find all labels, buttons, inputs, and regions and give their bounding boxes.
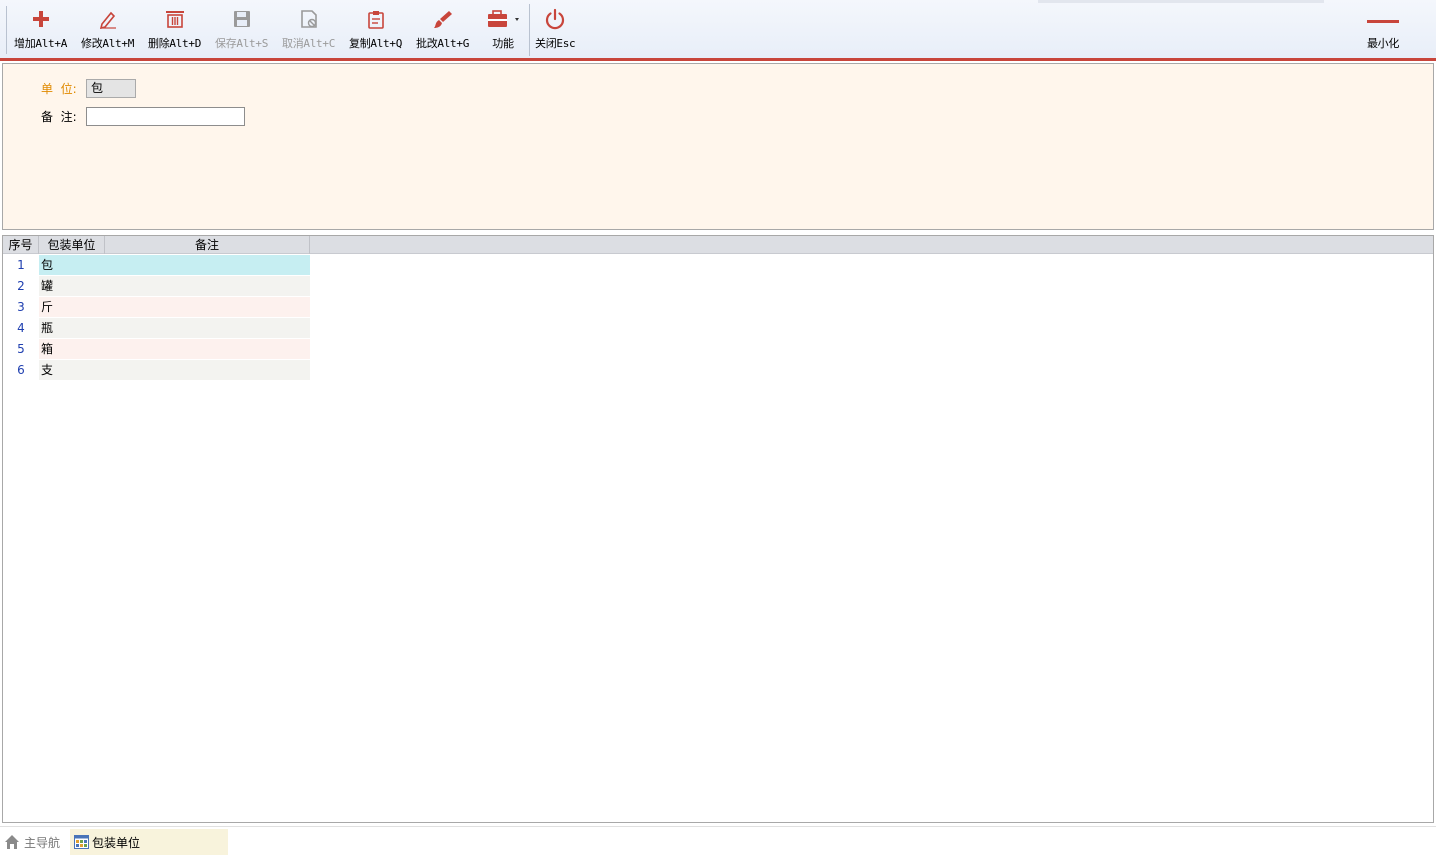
delete-button-label: 删除Alt+D: [148, 37, 202, 50]
plus-icon: [31, 6, 51, 32]
row-index: 4: [17, 321, 25, 335]
cancel-icon: [299, 6, 319, 32]
batch-edit-button-label: 批改Alt+G: [416, 37, 470, 50]
note-label: 备 注:: [41, 110, 77, 124]
edit-form: 单 位: 包 备 注:: [2, 63, 1434, 230]
tab-home[interactable]: 主导航: [4, 829, 68, 855]
add-button-label: 增加Alt+A: [14, 37, 68, 50]
table-row[interactable]: 1 包: [3, 255, 310, 276]
unit-field[interactable]: 包: [86, 79, 136, 98]
row-note-cell[interactable]: [105, 255, 310, 275]
toolbar-separator: [529, 4, 530, 56]
row-index: 6: [17, 363, 25, 377]
table-icon: [74, 835, 89, 849]
toolbar: 增加Alt+A 修改Alt+M 删除Alt+D 保存Alt+S 取消Alt+C …: [0, 0, 1436, 59]
row-unit-cell[interactable]: 罐: [39, 276, 105, 296]
row-unit-cell[interactable]: 箱: [39, 339, 105, 359]
tab-packaging-unit-label: 包装单位: [92, 835, 141, 850]
row-note-cell[interactable]: [105, 318, 310, 338]
table-row[interactable]: 2 罐: [3, 276, 310, 297]
minimize-button-label: 最小化: [1366, 37, 1400, 50]
table-row[interactable]: 5 箱: [3, 339, 310, 360]
edit-button[interactable]: 修改Alt+M: [81, 6, 134, 54]
delete-button[interactable]: 删除Alt+D: [148, 6, 201, 54]
close-button-label: 关闭Esc: [535, 37, 576, 50]
tab-home-label: 主导航: [24, 835, 61, 850]
save-disk-icon: [232, 6, 252, 32]
unit-grid: 序号 包装单位 备注 1 包 2 罐 3 斤 4 瓶 5 箱 6 支: [2, 235, 1434, 823]
home-icon: [4, 834, 20, 850]
edit-button-label: 修改Alt+M: [81, 37, 135, 50]
copy-button-label: 复制Alt+Q: [349, 37, 403, 50]
row-index: 5: [17, 342, 25, 356]
minimize-button[interactable]: 最小化: [1366, 6, 1400, 54]
column-header-index[interactable]: 序号: [3, 236, 39, 254]
functions-button[interactable]: 功能: [486, 6, 520, 54]
pencil-icon: [98, 6, 118, 32]
trash-icon: [165, 6, 185, 32]
brush-icon: [433, 6, 453, 32]
table-row[interactable]: 3 斤: [3, 297, 310, 318]
copy-button[interactable]: 复制Alt+Q: [349, 6, 402, 54]
bottom-tab-bar: 主导航 包装单位: [0, 826, 1436, 857]
cancel-button[interactable]: 取消Alt+C: [282, 6, 335, 54]
toolbar-accent-line: [0, 58, 1436, 61]
row-unit-cell[interactable]: 包: [39, 255, 105, 275]
column-header-note[interactable]: 备注: [105, 236, 310, 254]
row-unit-cell[interactable]: 斤: [39, 297, 105, 317]
batch-edit-button[interactable]: 批改Alt+G: [416, 6, 469, 54]
grid-header: 序号 包装单位 备注: [3, 236, 1433, 254]
copy-clipboard-icon: [366, 6, 386, 32]
title-strip: [1038, 0, 1324, 3]
save-button-label: 保存Alt+S: [215, 37, 269, 50]
column-header-unit[interactable]: 包装单位: [39, 236, 105, 254]
row-note-cell[interactable]: [105, 339, 310, 359]
close-button[interactable]: 关闭Esc: [535, 6, 576, 54]
row-note-cell[interactable]: [105, 360, 310, 380]
functions-button-label: 功能: [492, 37, 514, 50]
minimize-icon: [1366, 6, 1400, 32]
toolbar-divider: [6, 6, 7, 54]
row-note-cell[interactable]: [105, 297, 310, 317]
save-button[interactable]: 保存Alt+S: [215, 6, 268, 54]
cancel-button-label: 取消Alt+C: [282, 37, 336, 50]
row-index: 3: [17, 300, 25, 314]
table-row[interactable]: 6 支: [3, 360, 310, 381]
table-row[interactable]: 4 瓶: [3, 318, 310, 339]
unit-label: 单 位:: [41, 82, 77, 96]
row-index: 2: [17, 279, 25, 293]
add-button[interactable]: 增加Alt+A: [14, 6, 67, 54]
tab-packaging-unit[interactable]: 包装单位: [70, 829, 228, 855]
power-icon: [544, 6, 566, 32]
note-field[interactable]: [86, 107, 245, 126]
toolbox-icon: [486, 6, 520, 32]
row-unit-cell[interactable]: 瓶: [39, 318, 105, 338]
row-note-cell[interactable]: [105, 276, 310, 296]
row-index: 1: [17, 258, 25, 272]
row-unit-cell[interactable]: 支: [39, 360, 105, 380]
